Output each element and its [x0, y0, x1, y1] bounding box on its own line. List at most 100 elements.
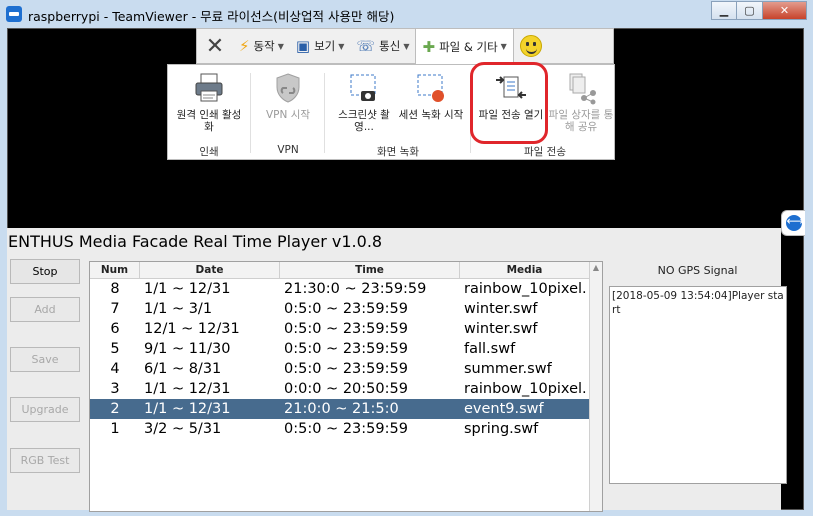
highlight-annotation — [470, 62, 548, 144]
log-output[interactable]: [2018-05-09 13:54:04]Player start — [609, 286, 787, 484]
cell-date: 1/1 ~ 12/31 — [144, 401, 231, 417]
ribbon-group-vpn: VPN — [277, 144, 299, 156]
lightning-icon: ⚡ — [239, 37, 250, 55]
cell-date: 9/1 ~ 11/30 — [144, 341, 231, 357]
toolbar-menu-actions[interactable]: ⚡ 동작 ▼ — [233, 29, 290, 63]
rgb-test-button[interactable]: RGB Test — [10, 448, 80, 473]
ribbon-item-label: 파일 상자를 통해 공유 — [548, 109, 614, 133]
cell-date: 1/1 ~ 12/31 — [144, 381, 231, 397]
upgrade-button[interactable]: Upgrade — [10, 397, 80, 422]
cell-media: winter.swf — [464, 321, 538, 337]
scroll-up-icon[interactable]: ▲ — [590, 262, 602, 274]
chevron-down-icon: ▼ — [403, 41, 410, 51]
schedule-table: Num Date Time Media 8 1/1 ~ 12/31 21:30:0 … — [89, 261, 603, 512]
cell-media: rainbow_10pixel. — [464, 281, 587, 297]
cell-time: 0:5:0 ~ 23:59:59 — [284, 421, 408, 437]
table-row[interactable]: 4 6/1 ~ 8/31 0:5:0 ~ 23:59:59 summer.swf — [90, 359, 602, 379]
chevron-down-icon: ▼ — [500, 42, 507, 51]
feedback-smiley-icon[interactable] — [519, 35, 542, 57]
remote-print-button[interactable]: 원격 인쇄 활성화 — [172, 71, 246, 133]
cell-num: 2 — [110, 401, 120, 417]
cell-num: 7 — [110, 301, 120, 317]
cell-media: event9.swf — [464, 401, 544, 417]
teamviewer-logo-icon — [785, 214, 804, 231]
close-window-button[interactable]: ✕ — [763, 1, 807, 20]
teamviewer-panel-handle[interactable] — [781, 210, 805, 236]
column-header-date[interactable]: Date — [140, 262, 280, 278]
toolbar-menu-label: 보기 — [314, 39, 336, 53]
close-session-icon: ✕ — [205, 33, 225, 59]
teamviewer-toolbar: ✕ ⚡ 동작 ▼ ▣ 보기 ▼ ☏ 통신 ▼ ✚ 파일 & 기타 ▼ — [196, 28, 614, 65]
table-header: Num Date Time Media — [90, 262, 602, 279]
player-title: ENTHUS Media Facade Real Time Player v1.… — [8, 232, 383, 251]
cell-date: 1/1 ~ 3/1 — [144, 301, 213, 317]
column-header-num[interactable]: Num — [90, 262, 140, 278]
screenshot-icon — [347, 71, 381, 105]
vpn-start-button[interactable]: VPN 시작 — [256, 71, 320, 121]
cell-num: 5 — [110, 341, 120, 357]
close-icon: ✕ — [779, 4, 790, 17]
chevron-down-icon: ▼ — [338, 41, 345, 51]
cell-date: 1/1 ~ 12/31 — [144, 281, 231, 297]
cell-num: 6 — [110, 321, 120, 337]
table-body: 8 1/1 ~ 12/31 21:30:0 ~ 23:59:59 rainbow_10… — [90, 279, 602, 439]
cell-time: 0:5:0 ~ 23:59:59 — [284, 321, 408, 337]
cell-num: 4 — [110, 361, 120, 377]
minimize-button[interactable]: ▁ — [711, 1, 737, 20]
teamviewer-app-icon — [6, 6, 22, 22]
printer-icon — [192, 71, 226, 105]
maximize-button[interactable]: ▢ — [737, 1, 763, 20]
cell-media: winter.swf — [464, 301, 538, 317]
toolbar-menu-view[interactable]: ▣ 보기 ▼ — [290, 29, 351, 63]
column-header-media[interactable]: Media — [460, 262, 590, 278]
cell-date: 12/1 ~ 12/31 — [144, 321, 240, 337]
table-row[interactable]: 8 1/1 ~ 12/31 21:30:0 ~ 23:59:59 rainbow_10… — [90, 279, 602, 299]
window-controls: ▁ ▢ ✕ — [711, 1, 807, 20]
toolbar-menu-label: 동작 — [253, 39, 275, 53]
table-scrollbar[interactable]: ▲ — [589, 262, 602, 511]
record-icon — [414, 71, 448, 105]
add-button[interactable]: Add — [10, 297, 80, 322]
cell-time: 0:5:0 ~ 23:59:59 — [284, 341, 408, 357]
cell-date: 3/2 ~ 5/31 — [144, 421, 222, 437]
ribbon-item-label: VPN 시작 — [265, 109, 311, 121]
cell-media: spring.swf — [464, 421, 539, 437]
ribbon-item-label: 원격 인쇄 활성화 — [176, 109, 242, 133]
toolbar-menu-label: 파일 & 기타 — [439, 39, 498, 54]
cell-num: 8 — [110, 281, 120, 297]
ribbon-separator — [324, 73, 325, 153]
cell-time: 21:0:0 ~ 21:5:0 — [284, 401, 399, 417]
table-row[interactable]: 7 1/1 ~ 3/1 0:5:0 ~ 23:59:59 winter.swf — [90, 299, 602, 319]
stop-button[interactable]: Stop — [10, 259, 80, 284]
toolbar-menu-files-extras[interactable]: ✚ 파일 & 기타 ▼ — [415, 28, 514, 65]
ribbon-item-label: 스크린샷 촬영... — [338, 109, 390, 133]
session-record-button[interactable]: 세션 녹화 시작 — [396, 71, 466, 121]
table-row[interactable]: 6 12/1 ~ 12/31 0:5:0 ~ 23:59:59 winter.swf — [90, 319, 602, 339]
cell-date: 6/1 ~ 8/31 — [144, 361, 222, 377]
ribbon-separator — [250, 73, 251, 153]
window-title: raspberrypi - TeamViewer - 무료 라이선스(비상업적 … — [28, 9, 395, 24]
monitor-icon: ▣ — [295, 37, 311, 55]
vpn-shield-icon — [271, 71, 305, 105]
end-session-button[interactable]: ✕ — [197, 29, 233, 63]
cell-time: 0:0:0 ~ 20:50:59 — [284, 381, 408, 397]
toolbar-menu-communicate[interactable]: ☏ 통신 ▼ — [350, 29, 415, 63]
table-row[interactable]: 5 9/1 ~ 11/30 0:5:0 ~ 23:59:59 fall.swf — [90, 339, 602, 359]
minimize-icon: ▁ — [719, 4, 729, 17]
screenshot-button[interactable]: 스크린샷 촬영... — [330, 71, 398, 133]
ribbon-group-file-transfer: 파일 전송 — [524, 146, 566, 158]
chevron-down-icon: ▼ — [277, 41, 284, 51]
share-files-icon — [564, 71, 598, 105]
save-button[interactable]: Save — [10, 347, 80, 372]
table-row[interactable]: 2 1/1 ~ 12/31 21:0:0 ~ 21:5:0 event9.swf — [90, 399, 602, 419]
column-header-time[interactable]: Time — [280, 262, 460, 278]
window-titlebar: raspberrypi - TeamViewer - 무료 라이선스(비상업적 … — [0, 0, 813, 28]
table-row[interactable]: 1 3/2 ~ 5/31 0:5:0 ~ 23:59:59 spring.swf — [90, 419, 602, 439]
puzzle-icon: ✚ — [422, 37, 436, 56]
table-row[interactable]: 3 1/1 ~ 12/31 0:0:0 ~ 20:50:59 rainbow_10pi… — [90, 379, 602, 399]
share-via-file-box-button[interactable]: 파일 상자를 통해 공유 — [548, 71, 614, 133]
gps-status: NO GPS Signal — [657, 264, 738, 277]
phone-icon: ☏ — [356, 37, 376, 55]
toolbar-menu-label: 통신 — [379, 39, 401, 53]
ribbon-item-label: 세션 녹화 시작 — [398, 109, 464, 121]
